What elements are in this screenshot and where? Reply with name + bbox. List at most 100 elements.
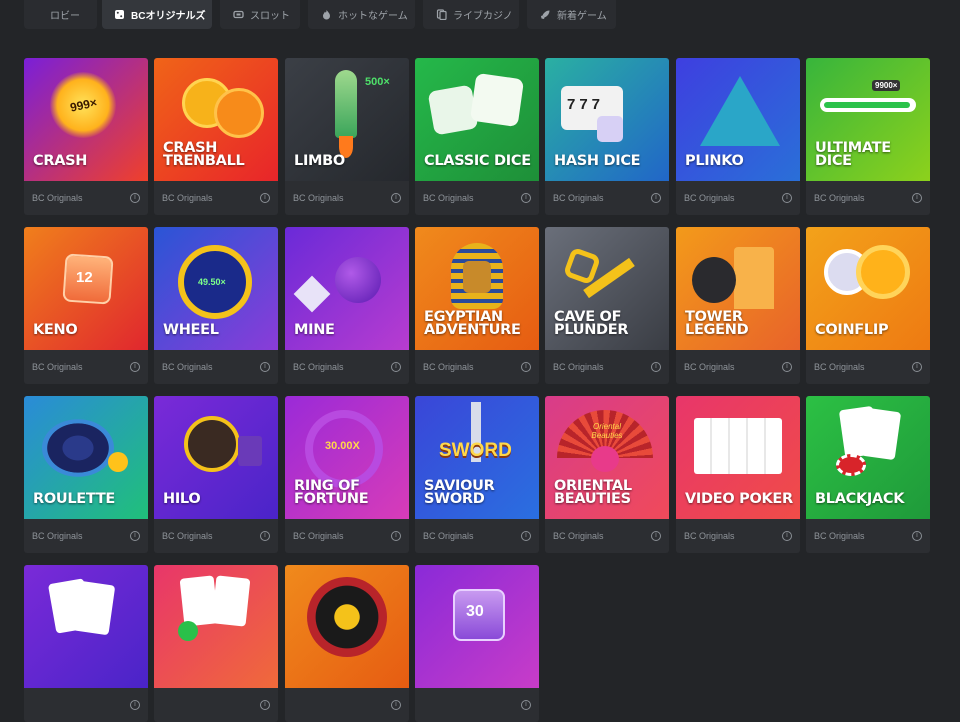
game-card-mine[interactable]: MINE BC Originals: [285, 227, 409, 384]
game-thumbnail[interactable]: CAVE OF PLUNDER: [545, 227, 669, 350]
info-icon[interactable]: [521, 362, 531, 372]
oriental-logo: Oriental Beauties: [591, 422, 623, 440]
game-card[interactable]: 30: [415, 565, 539, 722]
info-icon[interactable]: [130, 193, 140, 203]
game-card-crash[interactable]: 999× CRASH BC Originals: [24, 58, 148, 215]
plinko-pyramid-icon: [700, 76, 780, 146]
playing-cards-icon: [694, 418, 782, 474]
info-icon[interactable]: [912, 362, 922, 372]
game-thumbnail[interactable]: VIDEO POKER: [676, 396, 800, 519]
info-icon[interactable]: [260, 193, 270, 203]
game-card-ring-of-fortune[interactable]: 30.00X RING OF FORTUNE BC Originals: [285, 396, 409, 553]
game-card-tower-legend[interactable]: TOWER LEGEND BC Originals: [676, 227, 800, 384]
info-icon[interactable]: [521, 531, 531, 541]
game-thumbnail[interactable]: 777 HASH DICE: [545, 58, 669, 181]
game-thumbnail[interactable]: 30.00X RING OF FORTUNE: [285, 396, 409, 519]
game-card-cave-of-plunder[interactable]: CAVE OF PLUNDER BC Originals: [545, 227, 669, 384]
game-thumbnail[interactable]: CLASSIC DICE: [415, 58, 539, 181]
game-card-egyptian-adventure[interactable]: EGYPTIAN ADVENTURE BC Originals: [415, 227, 539, 384]
game-footer: BC Originals: [545, 181, 669, 215]
game-thumbnail[interactable]: ROULETTE: [24, 396, 148, 519]
info-icon[interactable]: [391, 700, 401, 710]
game-card-keno[interactable]: 12 KENO BC Originals: [24, 227, 148, 384]
game-thumbnail[interactable]: 999× CRASH: [24, 58, 148, 181]
game-footer: BC Originals: [806, 181, 930, 215]
info-icon[interactable]: [391, 193, 401, 203]
game-card-wheel[interactable]: 49.50× WHEEL BC Originals: [154, 227, 278, 384]
rocket-icon: [540, 9, 551, 20]
game-card[interactable]: [285, 565, 409, 722]
rocket-icon: [335, 70, 357, 138]
game-card-oriental-beauties[interactable]: Oriental Beauties ORIENTAL BEAUTIES BC O…: [545, 396, 669, 553]
game-provider: BC Originals: [423, 193, 474, 203]
tab-slots[interactable]: スロット: [220, 0, 300, 29]
info-icon[interactable]: [651, 193, 661, 203]
game-card-crash-trenball[interactable]: CRASH TRENBALL BC Originals: [154, 58, 278, 215]
game-thumbnail[interactable]: MINE: [285, 227, 409, 350]
game-thumbnail[interactable]: EGYPTIAN ADVENTURE: [415, 227, 539, 350]
game-title: BLACKJACK: [815, 491, 905, 507]
game-card-video-poker[interactable]: VIDEO POKER BC Originals: [676, 396, 800, 553]
game-thumbnail[interactable]: CRASH TRENBALL: [154, 58, 278, 181]
tab-live-casino[interactable]: ライブカジノ: [423, 0, 519, 29]
monkey-icon: [184, 416, 240, 472]
info-icon[interactable]: [391, 362, 401, 372]
game-footer: BC Originals: [24, 350, 148, 384]
info-icon[interactable]: [130, 531, 140, 541]
tab-lobby[interactable]: ロビー: [24, 0, 97, 29]
game-title: MINE: [294, 322, 335, 338]
game-card-coinflip[interactable]: COINFLIP BC Originals: [806, 227, 930, 384]
info-icon[interactable]: [782, 362, 792, 372]
game-thumbnail[interactable]: Oriental Beauties ORIENTAL BEAUTIES: [545, 396, 669, 519]
info-icon[interactable]: [130, 362, 140, 372]
game-card-roulette[interactable]: ROULETTE BC Originals: [24, 396, 148, 553]
game-card-hilo[interactable]: HILO BC Originals: [154, 396, 278, 553]
info-icon[interactable]: [521, 700, 531, 710]
game-provider: BC Originals: [684, 362, 735, 372]
info-icon[interactable]: [651, 531, 661, 541]
info-icon[interactable]: [521, 193, 531, 203]
game-thumbnail[interactable]: 9900× ULTIMATE DICE: [806, 58, 930, 181]
game-thumbnail[interactable]: [24, 565, 148, 688]
game-provider: BC Originals: [814, 362, 865, 372]
game-footer: BC Originals: [806, 350, 930, 384]
game-footer: [285, 688, 409, 722]
game-thumbnail[interactable]: [285, 565, 409, 688]
info-icon[interactable]: [260, 531, 270, 541]
tab-bc-originals[interactable]: BCオリジナルズ: [102, 0, 212, 29]
info-icon[interactable]: [391, 531, 401, 541]
game-thumbnail[interactable]: 500× LIMBO: [285, 58, 409, 181]
game-card-limbo[interactable]: 500× LIMBO BC Originals: [285, 58, 409, 215]
game-card-hash-dice[interactable]: 777 HASH DICE BC Originals: [545, 58, 669, 215]
info-icon[interactable]: [912, 193, 922, 203]
tab-hot-games[interactable]: ホットなゲーム: [308, 0, 415, 29]
game-card-ultimate-dice[interactable]: 9900× ULTIMATE DICE BC Originals: [806, 58, 930, 215]
info-icon[interactable]: [130, 700, 140, 710]
game-thumbnail[interactable]: BLACKJACK: [806, 396, 930, 519]
info-icon[interactable]: [260, 362, 270, 372]
tab-new-games[interactable]: 新着ゲーム: [527, 0, 616, 29]
game-thumbnail[interactable]: 49.50× WHEEL: [154, 227, 278, 350]
game-card[interactable]: [154, 565, 278, 722]
game-title: CAVE OF PLUNDER: [554, 309, 629, 338]
game-card-plinko[interactable]: PLINKO BC Originals: [676, 58, 800, 215]
game-card[interactable]: [24, 565, 148, 722]
game-thumbnail[interactable]: 30: [415, 565, 539, 688]
game-thumbnail[interactable]: TOWER LEGEND: [676, 227, 800, 350]
info-icon[interactable]: [651, 362, 661, 372]
info-icon[interactable]: [782, 531, 792, 541]
game-thumbnail[interactable]: HILO: [154, 396, 278, 519]
game-thumbnail[interactable]: SWORD SAVIOUR SWORD: [415, 396, 539, 519]
info-icon[interactable]: [912, 531, 922, 541]
info-icon[interactable]: [260, 700, 270, 710]
game-thumbnail[interactable]: 12 KENO: [24, 227, 148, 350]
game-provider: BC Originals: [423, 531, 474, 541]
game-card-blackjack[interactable]: BLACKJACK BC Originals: [806, 396, 930, 553]
game-card-saviour-sword[interactable]: SWORD SAVIOUR SWORD BC Originals: [415, 396, 539, 553]
game-thumbnail[interactable]: COINFLIP: [806, 227, 930, 350]
game-thumbnail[interactable]: PLINKO: [676, 58, 800, 181]
game-provider: BC Originals: [293, 531, 344, 541]
game-thumbnail[interactable]: [154, 565, 278, 688]
info-icon[interactable]: [782, 193, 792, 203]
game-card-classic-dice[interactable]: CLASSIC DICE BC Originals: [415, 58, 539, 215]
